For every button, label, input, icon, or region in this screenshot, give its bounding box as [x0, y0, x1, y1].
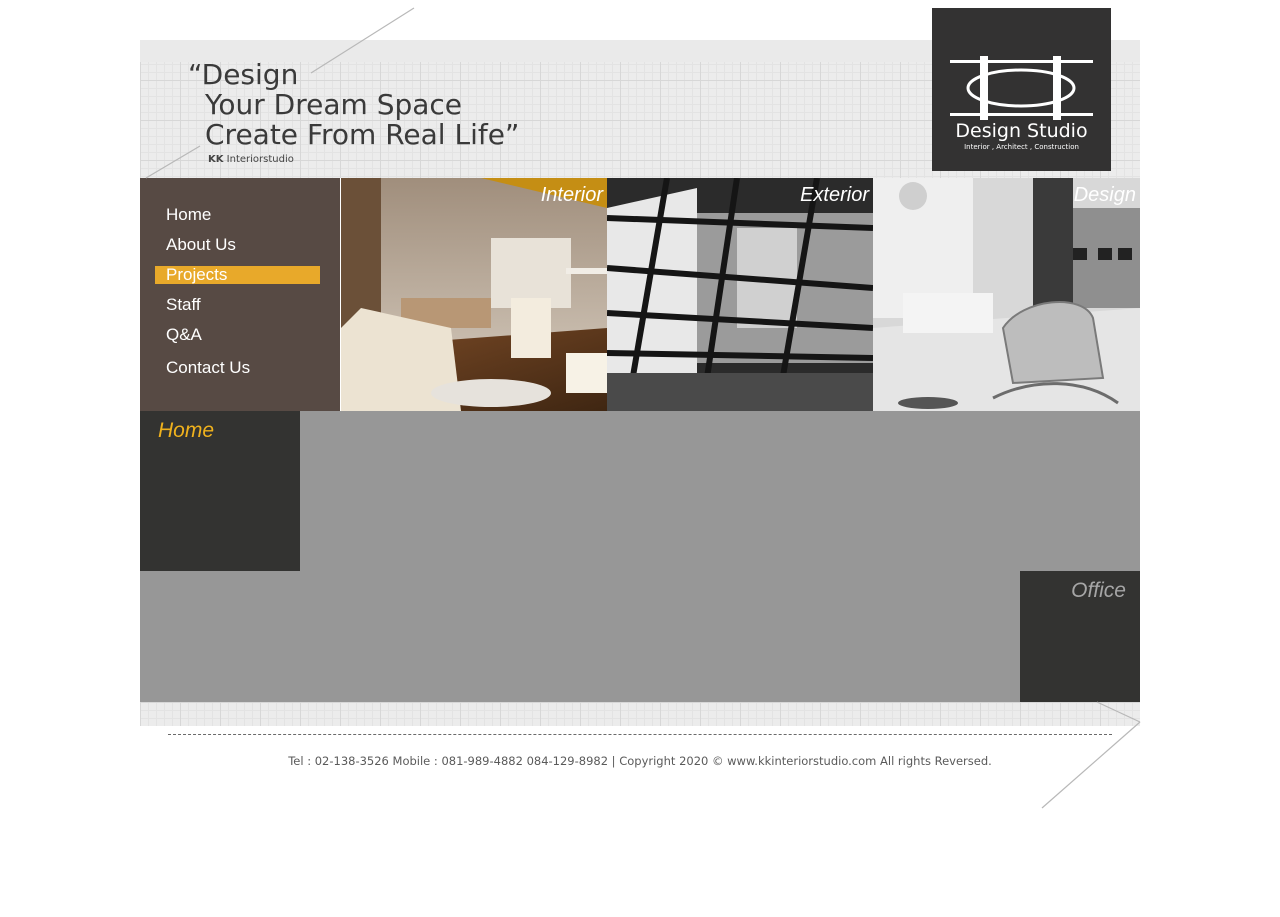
brand-name: KK Interiorstudio: [208, 154, 519, 165]
banner-design[interactable]: Design: [873, 178, 1140, 411]
nav-item-qa[interactable]: Q&A: [155, 326, 320, 344]
tagline-line-3: Create From Real Life”: [205, 118, 520, 151]
office-section[interactable]: Office: [1020, 571, 1140, 702]
design-photo: [873, 178, 1140, 411]
home-section: Home: [140, 411, 300, 571]
banner-exterior[interactable]: Exterior: [607, 178, 873, 411]
footer-band: [140, 702, 1140, 726]
tagline-line-2: Your Dream Space: [205, 88, 463, 121]
logo-name: Design Studio: [955, 120, 1088, 142]
nav-label: About Us: [166, 235, 236, 254]
footer-divider: [168, 734, 1112, 735]
nav-label: Staff: [166, 295, 201, 314]
brand-rest: Interiorstudio: [223, 154, 294, 165]
nav-item-staff[interactable]: Staff: [155, 296, 320, 314]
logo-subtitle: Interior , Architect , Construction: [964, 143, 1079, 151]
nav-label: Projects: [166, 265, 228, 284]
exterior-photo: [607, 178, 873, 411]
main-nav: Home About Us Projects Staff Q&A Contact…: [140, 178, 340, 411]
logo-mark-icon: [950, 56, 1093, 120]
tagline: “Design Your Dream Space Create From Rea…: [188, 58, 520, 166]
brand-bold: KK: [208, 154, 224, 165]
banner-interior[interactable]: Interior: [341, 178, 607, 411]
nav-label: Q&A: [166, 325, 202, 344]
office-section-title: Office: [1071, 579, 1126, 602]
logo[interactable]: Design Studio Interior , Architect , Con…: [932, 8, 1111, 171]
nav-label: Home: [166, 205, 212, 224]
nav-item-home[interactable]: Home: [155, 206, 320, 224]
nav-item-contact-us[interactable]: Contact Us: [155, 359, 320, 377]
nav-item-projects[interactable]: Projects: [155, 266, 320, 284]
banner-caption: Exterior: [800, 184, 869, 206]
footer-text: Tel : 02-138-3526 Mobile : 081-989-4882 …: [288, 754, 992, 768]
banner-caption: Design: [1073, 184, 1136, 206]
banner-caption: Interior: [540, 184, 603, 206]
nav-item-about-us[interactable]: About Us: [155, 236, 320, 254]
interior-photo: [341, 178, 607, 411]
tagline-line-1: “Design: [188, 58, 299, 91]
home-section-title: Home: [158, 419, 215, 442]
nav-label: Contact Us: [166, 358, 251, 377]
content-area: Home Office: [140, 411, 1140, 702]
